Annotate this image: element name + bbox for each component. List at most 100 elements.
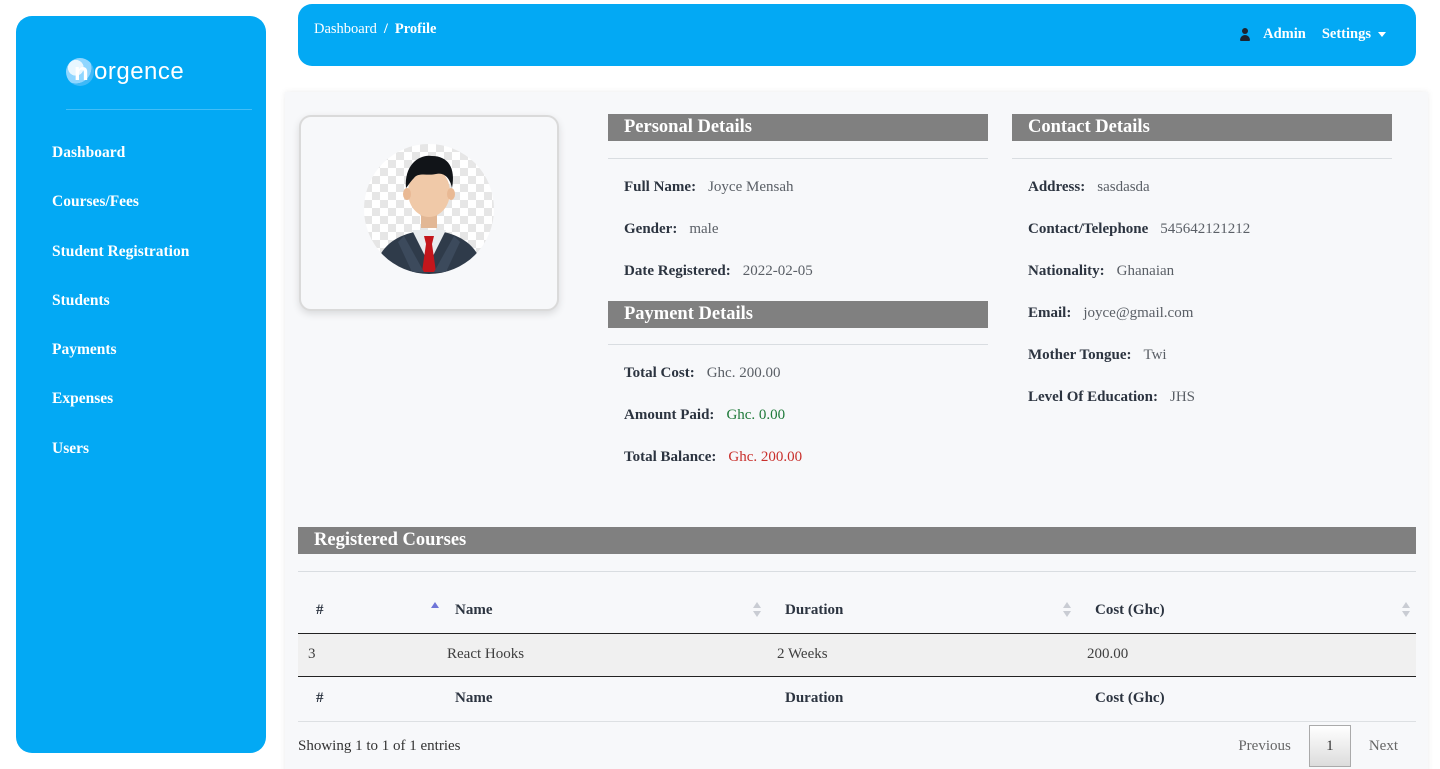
email-field: Email: joyce@gmail.com <box>1028 305 1193 322</box>
sidebar-item-dashboard[interactable]: Dashboard <box>52 128 266 177</box>
section-divider <box>298 571 1416 572</box>
settings-dropdown[interactable]: Settings <box>1322 26 1386 43</box>
previous-page-button[interactable]: Previous <box>1220 738 1309 755</box>
full-name-value: Joyce Mensah <box>708 179 794 195</box>
businessman-avatar-icon <box>374 155 484 274</box>
column-header-index[interactable]: # <box>298 588 445 633</box>
breadcrumb: Dashboard / Profile <box>314 21 436 38</box>
date-registered-value: 2022-02-05 <box>742 263 813 279</box>
education-label: Level Of Education: <box>1028 389 1158 405</box>
footer-header-index: # <box>316 690 324 706</box>
section-divider <box>1012 158 1392 159</box>
total-balance-value: Ghc. 200.00 <box>728 449 803 465</box>
gender-label: Gender: <box>624 221 678 237</box>
mother-tongue-value: Twi <box>1143 347 1167 363</box>
telephone-field: Contact/Telephone 545642121212 <box>1028 221 1250 238</box>
sort-icon <box>1063 602 1071 618</box>
total-cost-value: Ghc. 200.00 <box>706 365 781 381</box>
gender-value: male <box>689 221 719 237</box>
mother-tongue-field: Mother Tongue: Twi <box>1028 347 1167 364</box>
profile-photo-card <box>299 115 559 311</box>
sidebar-item-student-registration[interactable]: Student Registration <box>52 227 266 276</box>
sort-icon <box>1402 602 1410 618</box>
total-cost-field: Total Cost: Ghc. 200.00 <box>624 365 780 382</box>
personal-details-header: Personal Details <box>608 114 988 141</box>
footer-header-name: Name <box>455 690 493 706</box>
sidebar-item-courses-fees[interactable]: Courses/Fees <box>52 177 266 226</box>
table-header-row: # Name Duration Cost (Ghc) <box>298 588 1416 633</box>
sidebar-item-students[interactable]: Students <box>52 276 266 325</box>
logo-mark-letter: n <box>74 59 89 86</box>
education-value: JHS <box>1170 389 1196 405</box>
table-footer-row: # Name Duration Cost (Ghc) <box>298 676 1416 721</box>
caret-down-icon <box>1378 32 1386 37</box>
section-divider <box>608 344 988 345</box>
telephone-value: 545642121212 <box>1160 221 1251 237</box>
amount-paid-field: Amount Paid: Ghc. 0.00 <box>624 407 785 424</box>
cell-cost: 200.00 <box>1087 646 1129 662</box>
mother-tongue-label: Mother Tongue: <box>1028 347 1132 363</box>
sidebar-item-users[interactable]: Users <box>52 424 266 473</box>
column-header-label: Name <box>455 601 493 618</box>
sidebar-divider <box>66 109 252 110</box>
date-registered-label: Date Registered: <box>624 263 731 279</box>
brand-name: orgence <box>94 58 185 85</box>
sort-ascending-icon <box>431 602 439 618</box>
cell-index: 3 <box>308 646 316 662</box>
admin-user-link[interactable]: Admin <box>1263 26 1306 43</box>
breadcrumb-dashboard-link[interactable]: Dashboard <box>314 21 377 38</box>
topbar-user-menu: Admin Settings <box>1239 26 1386 43</box>
registered-courses-header: Registered Courses <box>298 527 1416 554</box>
column-header-label: # <box>316 601 324 618</box>
cell-name: React Hooks <box>447 646 525 662</box>
table-row[interactable]: 3 React Hooks 2 Weeks 200.00 <box>298 633 1416 676</box>
full-name-field: Full Name: Joyce Mensah <box>624 179 793 196</box>
courses-table: # Name Duration Cost (Ghc) 3 React Hooks… <box>298 588 1416 722</box>
date-registered-field: Date Registered: 2022-02-05 <box>624 263 813 280</box>
pagination: Previous 1 Next <box>1220 725 1416 767</box>
logo-mark: n <box>66 58 94 86</box>
amount-paid-value: Ghc. 0.00 <box>726 407 786 423</box>
address-value: sasdasda <box>1097 179 1150 195</box>
page-1-button[interactable]: 1 <box>1308 725 1351 767</box>
footer-header-duration: Duration <box>785 690 844 706</box>
section-divider <box>608 158 988 159</box>
total-cost-label: Total Cost: <box>624 365 695 381</box>
column-header-name[interactable]: Name <box>445 588 767 633</box>
full-name-label: Full Name: <box>624 179 697 195</box>
amount-paid-label: Amount Paid: <box>624 407 715 423</box>
email-value: joyce@gmail.com <box>1083 305 1194 321</box>
telephone-label: Contact/Telephone <box>1028 221 1149 237</box>
brand-logo[interactable]: n orgence <box>66 54 184 90</box>
address-label: Address: <box>1028 179 1086 195</box>
column-header-label: Duration <box>785 601 844 618</box>
cell-duration: 2 Weeks <box>777 646 828 662</box>
next-page-button[interactable]: Next <box>1351 738 1416 755</box>
total-balance-label: Total Balance: <box>624 449 717 465</box>
email-label: Email: <box>1028 305 1072 321</box>
education-field: Level Of Education: JHS <box>1028 389 1195 406</box>
table-info: Showing 1 to 1 of 1 entries <box>298 738 461 754</box>
sort-icon <box>753 602 761 618</box>
sidebar-nav: Dashboard Courses/Fees Student Registrat… <box>52 128 266 473</box>
column-header-label: Cost (Ghc) <box>1095 601 1165 618</box>
top-navbar: Dashboard / Profile Admin Settings <box>298 4 1416 66</box>
nationality-label: Nationality: <box>1028 263 1105 279</box>
contact-details-header: Contact Details <box>1012 114 1392 141</box>
sidebar-item-expenses[interactable]: Expenses <box>52 374 266 423</box>
sidebar: n orgence Dashboard Courses/Fees Student… <box>16 16 266 753</box>
user-icon <box>1239 27 1251 42</box>
column-header-cost[interactable]: Cost (Ghc) <box>1077 588 1416 633</box>
avatar <box>364 144 494 274</box>
column-header-duration[interactable]: Duration <box>767 588 1077 633</box>
sidebar-item-payments[interactable]: Payments <box>52 325 266 374</box>
payment-details-header: Payment Details <box>608 301 988 328</box>
nationality-value: Ghanaian <box>1116 263 1175 279</box>
gender-field: Gender: male <box>624 221 718 238</box>
breadcrumb-separator: / <box>383 21 388 37</box>
address-field: Address: sasdasda <box>1028 179 1150 196</box>
footer-header-cost: Cost (Ghc) <box>1095 690 1165 706</box>
settings-label: Settings <box>1321 26 1371 42</box>
nationality-field: Nationality: Ghanaian <box>1028 263 1174 280</box>
breadcrumb-current: Profile <box>394 21 437 37</box>
